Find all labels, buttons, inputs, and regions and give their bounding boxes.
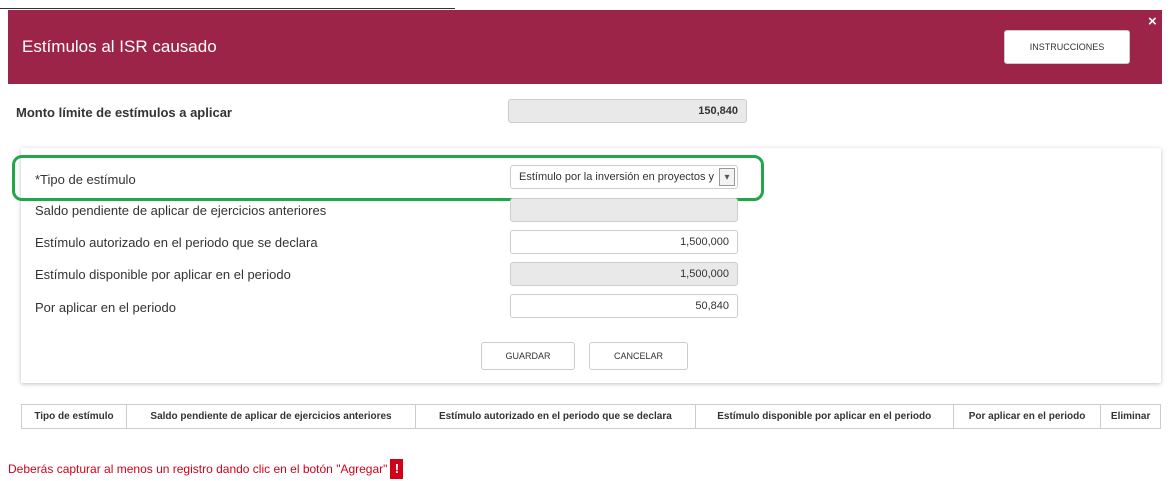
por-aplicar-input[interactable]: 50,840 bbox=[510, 294, 738, 318]
saldo-field bbox=[510, 198, 738, 222]
disponible-label: Estímulo disponible por aplicar en el pe… bbox=[35, 267, 291, 282]
modal-title: Estímulos al ISR causado bbox=[22, 37, 217, 56]
saldo-label: Saldo pendiente de aplicar de ejercicios… bbox=[35, 203, 327, 218]
estimulos-table: Tipo de estímulo Saldo pendiente de apli… bbox=[21, 404, 1161, 429]
table-header-row: Tipo de estímulo Saldo pendiente de apli… bbox=[21, 404, 1161, 429]
instructions-button[interactable]: INSTRUCCIONES bbox=[1004, 30, 1130, 64]
column-header: Eliminar bbox=[1100, 404, 1161, 429]
monto-limite-label: Monto límite de estímulos a aplicar bbox=[16, 105, 232, 120]
warning-message: Deberás capturar al menos un registro da… bbox=[8, 459, 404, 479]
column-header: Estímulo disponible por aplicar en el pe… bbox=[694, 404, 954, 429]
disponible-field: 1,500,000 bbox=[510, 262, 738, 286]
monto-limite-field: 150,840 bbox=[508, 99, 747, 123]
column-header: Estímulo autorizado en el periodo que se… bbox=[415, 404, 696, 429]
autorizado-label: Estímulo autorizado en el periodo que se… bbox=[35, 235, 318, 250]
por-aplicar-label: Por aplicar en el periodo bbox=[35, 300, 176, 315]
tipo-estimulo-value: Estímulo por la inversión en proyectos y bbox=[519, 171, 715, 183]
modal-header: Estímulos al ISR causado INSTRUCCIONES × bbox=[8, 10, 1162, 84]
warning-icon: ! bbox=[390, 459, 404, 479]
autorizado-input[interactable]: 1,500,000 bbox=[510, 230, 738, 254]
column-header: Tipo de estímulo bbox=[21, 404, 127, 429]
tipo-estimulo-select[interactable]: Estímulo por la inversión en proyectos y… bbox=[510, 165, 738, 189]
save-button[interactable]: GUARDAR bbox=[481, 342, 575, 370]
close-icon[interactable]: × bbox=[1148, 13, 1157, 30]
warning-text: Deberás capturar al menos un registro da… bbox=[8, 462, 388, 476]
column-header: Por aplicar en el periodo bbox=[952, 404, 1102, 429]
column-header: Saldo pendiente de aplicar de ejercicios… bbox=[125, 404, 417, 429]
chevron-down-icon[interactable]: ▾ bbox=[719, 168, 735, 186]
tipo-estimulo-label: *Tipo de estímulo bbox=[35, 172, 136, 187]
top-divider bbox=[0, 8, 455, 9]
cancel-button[interactable]: CANCELAR bbox=[589, 342, 688, 370]
